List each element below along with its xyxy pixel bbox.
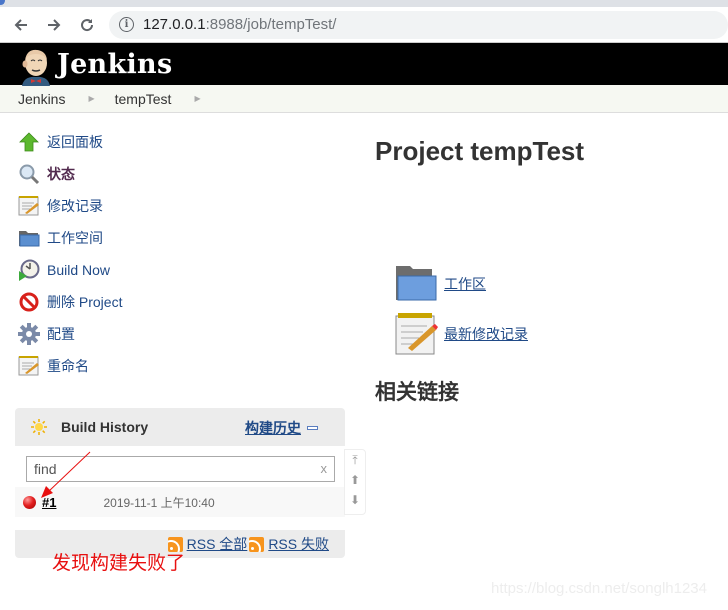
workspace-link-row: 工作区	[394, 264, 486, 304]
folder-icon	[396, 266, 437, 301]
watermark: https://blog.csdn.net/songlh1234	[491, 580, 707, 597]
annotation-text: 发现构建失败了	[52, 552, 186, 574]
annotation-arrow	[41, 451, 91, 498]
main-panel: Project tempTest	[375, 136, 584, 167]
workspace-link[interactable]: 工作区	[444, 274, 486, 294]
recent-changes-link[interactable]: 最新修改记录	[444, 324, 528, 344]
recent-changes-link-row: 最新修改记录	[394, 312, 528, 356]
related-links-heading: 相关链接	[375, 381, 459, 404]
notepad-icon	[395, 313, 438, 355]
page-title: Project tempTest	[375, 136, 585, 166]
